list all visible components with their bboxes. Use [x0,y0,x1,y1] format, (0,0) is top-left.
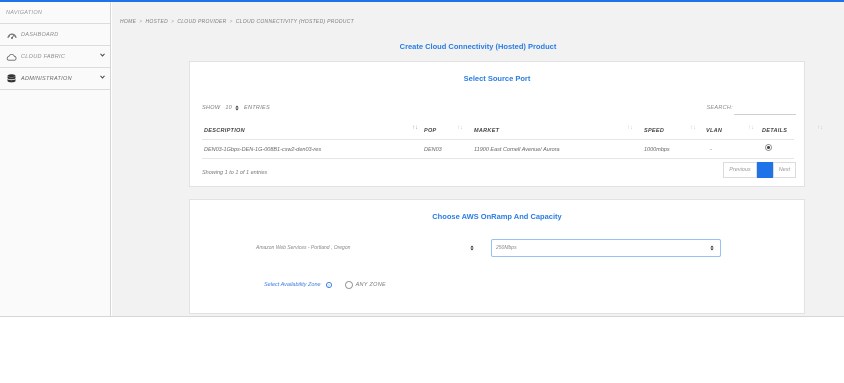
sort-icon[interactable]: ↑↓ [690,125,696,131]
onramp-card: Choose AWS OnRamp And Capacity Amazon We… [189,199,805,314]
onramp-title: Choose AWS OnRamp And Capacity [432,212,562,221]
page-title: Create Cloud Connectivity (Hosted) Produ… [399,42,557,51]
breadcrumb-hosted[interactable]: HOSTED [145,19,168,25]
cell-speed: 1000mbps [644,147,670,153]
cell-market: 11900 East Cornell Avenue/ Aurora [474,147,560,153]
search-label: SEARCH: [706,105,733,111]
database-icon [6,74,17,83]
table-header-divider [202,139,794,140]
sort-icon[interactable]: ↑↓ [457,125,463,131]
any-zone-label[interactable]: ANY ZONE [356,282,386,288]
sidebar: NAVIGATION DASHBOARD CLOUD FABRIC ADMINI… [0,2,111,316]
source-port-title: Select Source Port [463,74,531,83]
column-header-description[interactable]: DESCRIPTION [204,128,245,134]
column-header-details[interactable]: DETAILS [762,128,787,134]
column-header-pop[interactable]: POP [424,128,437,134]
cloud-icon [6,52,17,61]
port-select-radio[interactable] [765,144,772,151]
select-arrows-icon [470,245,474,251]
main-content: HOME > HOSTED > CLOUD PROVIDER > CLOUD CONNECT… [112,2,844,316]
select-arrows-icon [710,245,714,251]
sidebar-item-cloud-fabric[interactable]: CLOUD FABRIC [0,46,110,68]
cell-pop: DEN03 [424,147,442,153]
sort-icon[interactable]: ↑↓ [817,125,823,131]
any-zone-radio[interactable] [344,281,353,289]
sidebar-item-label: CLOUD FABRIC [21,53,66,60]
next-button[interactable]: Next [772,162,796,178]
search-input[interactable] [734,114,796,115]
chevron-down-icon[interactable] [100,75,105,81]
breadcrumb: HOME > HOSTED > CLOUD PROVIDER > CLOUD CONNECT… [120,19,354,25]
entries-control: SHOW 10 ENTRIES [202,105,270,111]
source-port-card: Select Source Port SHOW 10 ENTRIES SEARC… [189,61,823,187]
cell-description: DEN03-1Gbps-DEN-1G-008B1-csw2-den03-res [204,147,322,153]
breadcrumb-separator: > [171,19,175,25]
availability-zone-row: Select Availability Zone ? ANY ZONE [264,281,386,289]
sort-icon[interactable]: ↑↓ [412,125,418,131]
current-page-button[interactable] [756,162,773,178]
table-bottom-divider [202,158,794,159]
help-icon[interactable]: ? [325,282,332,288]
previous-button[interactable]: Previous [723,162,757,178]
availability-zone-label: Select Availability Zone [264,282,321,288]
breadcrumb-home[interactable]: HOME [120,19,136,25]
dashboard-icon [6,30,17,39]
column-header-speed[interactable]: SPEED [644,128,664,134]
sort-arrows-icon [235,105,239,111]
onramp-select[interactable]: Amazon Web Services - Portland , Oregon [256,241,480,255]
sidebar-nav-label: NAVIGATION [0,2,110,24]
sidebar-item-dashboard[interactable]: DASHBOARD [0,24,110,46]
pagination: Previous Next [723,162,796,178]
chevron-down-icon[interactable] [100,53,105,59]
column-header-vlan[interactable]: VLAN [706,128,722,134]
breadcrumb-cloud-provider[interactable]: CLOUD PROVIDER [177,19,226,25]
breadcrumb-current: CLOUD CONNECTIVITY (HOSTED) PRODUCT [235,19,354,25]
cell-vlan: - [710,147,712,153]
sort-icon[interactable]: ↑↓ [748,125,754,131]
entries-select[interactable]: 10 [225,105,239,111]
column-header-market[interactable]: MARKET [474,128,499,134]
breadcrumb-separator: > [229,19,233,25]
capacity-select[interactable]: 250Mbps [491,239,721,257]
content-bottom-divider [0,316,844,317]
sidebar-item-label: ADMINISTRATION [21,75,72,82]
table-info: Showing 1 to 1 of 1 entries [202,170,268,176]
sort-icon[interactable]: ↑↓ [627,125,633,131]
sidebar-item-label: DASHBOARD [21,31,59,38]
breadcrumb-separator: > [139,19,143,25]
sidebar-item-administration[interactable]: ADMINISTRATION [0,68,110,90]
